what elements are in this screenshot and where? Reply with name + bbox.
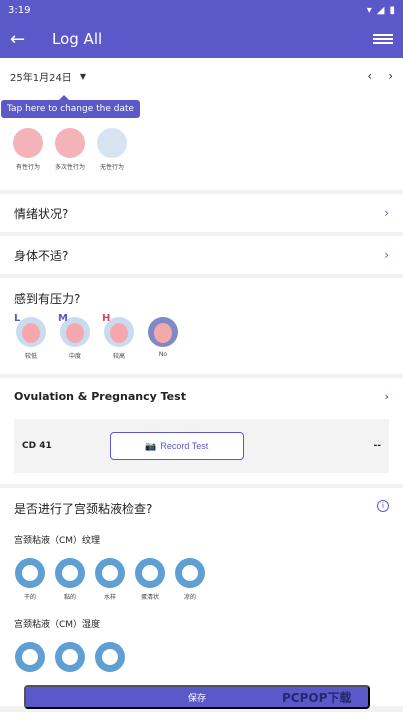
test-value: -- <box>373 441 381 451</box>
texture-option[interactable]: 黏的 <box>54 558 86 601</box>
texture-label: 宫颈粘液（CM）纹理 <box>14 536 101 546</box>
caret-down-icon[interactable]: ▼ <box>80 72 86 81</box>
mood-row[interactable]: 情绪状况? › <box>0 194 403 232</box>
stress-label: 较高 <box>112 353 125 360</box>
chevron-left-icon[interactable]: ‹ <box>367 69 372 83</box>
sex-option-label: 多次性行为 <box>54 164 85 171</box>
page-title: Log All <box>52 30 103 48</box>
cervical-title: 是否进行了宫颈粘液检查? <box>14 502 153 516</box>
texture-option-label: 凉的 <box>183 594 196 601</box>
stress-options: L 较低 M 中度 H 较高 No <box>14 313 389 360</box>
date-selector[interactable]: 25年1月24日 ▼ ‹ › <box>0 58 403 94</box>
status-icons: ▾ ◢ ▮ <box>367 5 395 16</box>
cervical-header: 是否进行了宫颈粘液检查? i <box>14 500 389 517</box>
date-tooltip: Tap here to change the date <box>1 95 141 118</box>
watermark: PCPOP下载 <box>282 691 352 705</box>
wifi-icon: ▾ <box>366 4 372 16</box>
signal-icon: ◢ <box>376 4 385 16</box>
double-heart-bed-icon <box>55 128 85 158</box>
moisture-label: 宫颈粘液（CM）湿度 <box>14 620 101 630</box>
happy-face-icon <box>148 317 178 347</box>
texture-icon <box>135 558 165 588</box>
texture-option[interactable]: 水样 <box>94 558 126 601</box>
sex-option-label: 无性行为 <box>99 164 124 171</box>
date-value[interactable]: 25年1月24日 <box>10 69 72 84</box>
chevron-right-icon: › <box>384 206 389 220</box>
status-bar: 3:19 ▾ ◢ ▮ <box>0 0 403 20</box>
cervical-card: 是否进行了宫颈粘液检查? i 宫颈粘液（CM）纹理 干的 黏的 水样 蛋清状 凉… <box>0 488 403 706</box>
test-row: CD 41 📷 Record Test -- <box>14 419 389 473</box>
sex-option-label: 有性行为 <box>15 164 40 171</box>
stress-letter: L <box>14 313 21 324</box>
cycle-day: CD 41 <box>22 441 52 451</box>
drop-icon <box>95 642 125 672</box>
camera-icon: 📷 <box>145 440 157 451</box>
record-test-button[interactable]: 📷 Record Test <box>109 432 244 460</box>
stress-label: 中度 <box>68 353 81 360</box>
stress-option[interactable]: No <box>146 317 180 360</box>
chevron-right-icon[interactable]: › <box>388 69 393 83</box>
texture-option-label: 蛋清状 <box>140 594 159 601</box>
record-test-label: Record Test <box>160 441 209 451</box>
ovulation-header[interactable]: Ovulation & Pregnancy Test › <box>14 390 389 403</box>
stress-title: 感到有压力? <box>14 292 81 306</box>
chevron-right-icon: › <box>384 390 389 403</box>
stress-face-icon: M <box>58 313 90 347</box>
heart-bed-icon <box>13 128 43 158</box>
stress-card: 感到有压力? L 较低 M 中度 H 较高 No <box>0 278 403 374</box>
chevron-right-icon: › <box>384 248 389 262</box>
date-navigation: ‹ › <box>367 69 393 83</box>
texture-icon <box>55 558 85 588</box>
texture-option-label: 黏的 <box>63 594 76 601</box>
texture-option[interactable]: 干的 <box>14 558 46 601</box>
mood-label: 情绪状况? <box>14 206 69 221</box>
texture-option[interactable]: 蛋清状 <box>134 558 166 601</box>
ovulation-card: Ovulation & Pregnancy Test › CD 41 📷 Rec… <box>0 378 403 484</box>
moisture-option[interactable] <box>94 642 126 672</box>
stress-label: No <box>158 351 168 358</box>
stress-letter: H <box>102 313 111 324</box>
drop-icon <box>55 642 85 672</box>
moisture-option[interactable] <box>54 642 86 672</box>
body-label: 身体不适? <box>14 248 69 263</box>
texture-icon <box>175 558 205 588</box>
body-row[interactable]: 身体不适? › <box>0 236 403 274</box>
moisture-options <box>14 642 389 672</box>
stress-option[interactable]: M 中度 <box>58 313 92 360</box>
sex-option[interactable]: 无性行为 <box>94 128 130 190</box>
sleep-bed-icon <box>97 128 127 158</box>
home-indicator <box>0 712 403 720</box>
moisture-option[interactable] <box>14 642 46 672</box>
stress-label: 较低 <box>24 353 37 360</box>
drop-icon <box>15 642 45 672</box>
app-bar: ← Log All <box>0 20 403 58</box>
status-time: 3:19 <box>8 4 31 16</box>
stress-option[interactable]: L 较低 <box>14 313 48 360</box>
texture-icon <box>15 558 45 588</box>
texture-option[interactable]: 凉的 <box>174 558 206 601</box>
stress-face-icon: H <box>102 313 134 347</box>
stress-face-icon: L <box>14 313 46 347</box>
texture-option-label: 水样 <box>103 594 116 601</box>
texture-options: 干的 黏的 水样 蛋清状 凉的 <box>14 558 389 601</box>
texture-option-label: 干的 <box>23 594 36 601</box>
ovulation-title: Ovulation & Pregnancy Test <box>14 390 186 403</box>
stress-option[interactable]: H 较高 <box>102 313 136 360</box>
stress-letter: M <box>58 313 68 324</box>
back-arrow-icon[interactable]: ← <box>10 29 36 50</box>
menu-lines-icon[interactable] <box>373 34 393 44</box>
battery-icon: ▮ <box>389 4 395 16</box>
texture-icon <box>95 558 125 588</box>
info-icon[interactable]: i <box>377 500 389 512</box>
sex-option[interactable]: 多次性行为 <box>52 128 88 190</box>
sex-option[interactable]: 有性行为 <box>10 128 46 190</box>
